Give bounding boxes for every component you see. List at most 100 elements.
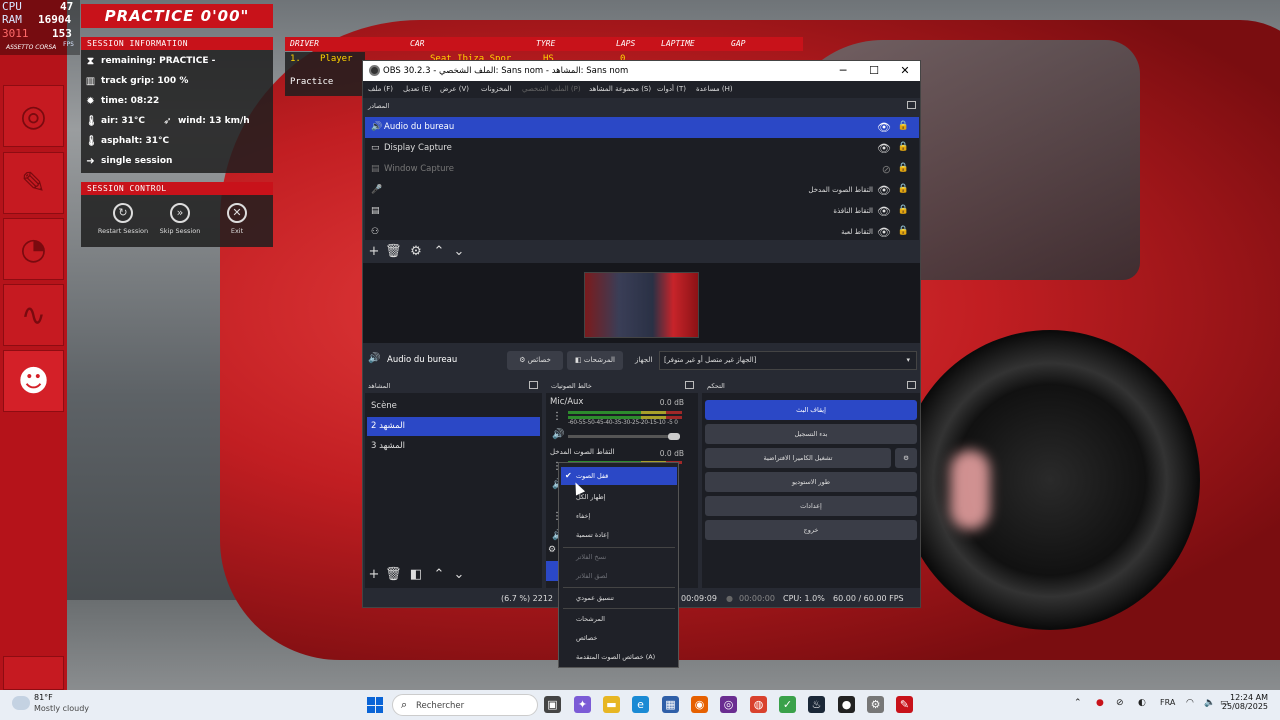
virtual-camera-button[interactable]: تشغيل الكاميرا الافتراضية [705, 448, 891, 468]
undock-icon[interactable] [907, 381, 916, 389]
move-down-button[interactable]: ⌄ [451, 244, 467, 260]
obs-titlebar[interactable]: OBS 30.2.3 - الملف الشخصي: Sans nom - ال… [363, 61, 920, 81]
lock-icon[interactable]: 🔒 [898, 226, 909, 236]
eye-icon[interactable]: 👁 [877, 142, 891, 155]
remove-source-button[interactable]: 🗑 [385, 244, 402, 260]
scene-move-up-button[interactable]: ⌃ [431, 567, 447, 583]
exit-session-button[interactable]: ✕ Exit [207, 203, 267, 235]
undock-icon[interactable] [907, 101, 916, 109]
settings-button[interactable]: إعدادات [705, 496, 917, 516]
lock-icon[interactable]: 🔒 [898, 142, 909, 152]
scene-move-down-button[interactable]: ⌄ [451, 567, 467, 583]
restart-session-button[interactable]: ↻ Restart Session [93, 203, 153, 235]
source-item[interactable]: 🎤 التقاط الصوت المدخل 👁 🔒 [365, 180, 919, 201]
weather-temperature[interactable]: 81°F [34, 693, 53, 702]
menu-edit[interactable]: تعديل (E) [403, 85, 431, 93]
weather-description[interactable]: Mostly cloudy [34, 704, 89, 713]
menu-item-properties[interactable]: خصائص [561, 629, 677, 647]
eye-icon[interactable]: 👁 [877, 226, 891, 239]
task-view-icon[interactable]: ▣ [544, 696, 561, 713]
add-scene-button[interactable]: + [366, 567, 382, 583]
settings-gear-icon[interactable]: ⚙ [867, 696, 884, 713]
obs-taskbar-icon[interactable]: ● [838, 696, 855, 713]
undock-icon[interactable] [685, 381, 694, 389]
eye-icon[interactable]: 👁 [877, 121, 891, 134]
lock-icon[interactable]: 🔒 [898, 121, 909, 131]
undock-icon[interactable] [529, 381, 538, 389]
store-icon[interactable]: ▦ [662, 696, 679, 713]
scene-item[interactable]: المشهد 3 [367, 437, 540, 456]
menu-item-hide[interactable]: إخفاء [561, 507, 677, 525]
stopwatch-icon[interactable]: ◔ [3, 218, 64, 280]
windows-start-icon[interactable] [367, 697, 383, 713]
firefox-icon[interactable]: ◉ [691, 696, 708, 713]
source-item[interactable]: ⚇ التقاط لعبة 👁 🔒 [365, 222, 919, 243]
kebab-menu-icon[interactable]: ⋮ [552, 411, 562, 422]
menu-profile[interactable]: الملف الشخصي (P) [522, 85, 581, 93]
menu-item-paste-filters[interactable]: لصق الفلاتر [561, 567, 677, 585]
scene-item[interactable]: Scène [367, 397, 540, 416]
app-green-icon[interactable]: ✓ [779, 696, 796, 713]
menu-view[interactable]: عرض (V) [440, 85, 469, 93]
copilot-icon[interactable]: ✦ [574, 696, 591, 713]
virtual-camera-gear-icon[interactable]: ⚙ [895, 448, 917, 468]
menu-item-filters[interactable]: المرشحات [561, 610, 677, 628]
source-properties-gear-icon[interactable]: ⚙ [408, 244, 424, 260]
skip-session-button[interactable]: » Skip Session [150, 203, 210, 235]
menu-item-advanced-audio[interactable]: خصائص الصوت المتقدمة (A) [561, 648, 677, 666]
remove-scene-button[interactable]: 🗑 [385, 567, 402, 583]
steering-wheel-icon[interactable]: ◎ [3, 85, 64, 147]
program-preview[interactable] [363, 263, 920, 343]
telemetry-graph-icon[interactable]: ∿ [3, 284, 64, 346]
filters-button[interactable]: ◧ المرشحات [567, 351, 623, 370]
eye-hidden-icon[interactable]: ⊘ [882, 163, 891, 176]
lock-icon[interactable]: 🔒 [898, 163, 909, 173]
chrome-icon[interactable]: ◍ [750, 696, 767, 713]
maximize-button[interactable]: ☐ [859, 63, 889, 79]
tray-app-icon[interactable]: ● [1096, 698, 1104, 708]
wifi-icon[interactable]: ◠ [1186, 698, 1194, 708]
assetto-corsa-taskbar-icon[interactable]: ✎ [896, 696, 913, 713]
source-item[interactable]: ▤ Window Capture ⊘ 🔒 [365, 159, 919, 180]
menu-item-rename[interactable]: إعادة تسمية [561, 526, 677, 544]
lock-icon[interactable]: 🔒 [898, 184, 909, 194]
menu-help[interactable]: مساعدة (H) [696, 85, 733, 93]
system-clock[interactable]: 12:24 AM 25/08/2025 [1222, 693, 1268, 711]
start-recording-button[interactable]: بدء التسجيل [705, 424, 917, 444]
device-dropdown[interactable]: [الجهاز غير متصل أو غير متوفر] ▾ [659, 351, 917, 370]
bottom-app-button[interactable] [3, 656, 64, 690]
steam-icon[interactable]: ♨ [808, 696, 825, 713]
tray-network-icon[interactable]: ⊘ [1116, 698, 1124, 708]
stop-streaming-button[interactable]: إيقاف البث [705, 400, 917, 420]
volume-icon[interactable]: 🔈 [1204, 698, 1215, 708]
menu-docks[interactable]: المخزونات [481, 85, 512, 93]
source-item[interactable]: 🔊 Audio du bureau 👁 🔒 [365, 117, 919, 138]
minimize-button[interactable]: ─ [828, 63, 858, 79]
menu-item-vertical-layout[interactable]: تنسيق عمودي [561, 589, 677, 607]
menu-file[interactable]: ملف (F) [368, 85, 393, 93]
close-window-button[interactable]: ✕ [890, 63, 920, 79]
exit-button[interactable]: خروج [705, 520, 917, 540]
tray-app2-icon[interactable]: ◐ [1138, 698, 1146, 708]
speaker-icon[interactable]: 🔊 [552, 429, 564, 440]
language-indicator[interactable]: FRA [1160, 698, 1175, 707]
chevron-up-icon[interactable]: ⌃ [1074, 698, 1082, 708]
driver-chat-icon[interactable]: ☻ [3, 350, 64, 412]
add-source-button[interactable]: + [366, 244, 382, 260]
menu-scene-collection[interactable]: مجموعة المشاهد (S) [589, 85, 651, 93]
move-up-button[interactable]: ⌃ [431, 244, 447, 260]
studio-mode-button[interactable]: طور الاستوديو [705, 472, 917, 492]
file-explorer-icon[interactable]: ▬ [603, 696, 620, 713]
taskbar-search[interactable]: ⌕ Rechercher [392, 694, 538, 716]
edge-icon[interactable]: e [632, 696, 649, 713]
cloud-icon[interactable] [12, 696, 30, 710]
scene-filter-icon[interactable]: ◧ [408, 567, 424, 583]
scene-item[interactable]: المشهد 2 [367, 417, 540, 436]
app-icon[interactable]: ◎ [720, 696, 737, 713]
source-item[interactable]: ▭ Display Capture 👁 🔒 [365, 138, 919, 159]
properties-button[interactable]: ⚙ خصائص [507, 351, 563, 370]
source-item[interactable]: ▤ التقاط النافذة 👁 🔒 [365, 201, 919, 222]
menu-item-copy-filters[interactable]: نسخ الفلاتر [561, 548, 677, 566]
menu-tools[interactable]: أدوات (T) [657, 85, 686, 93]
eye-icon[interactable]: 👁 [877, 184, 891, 197]
